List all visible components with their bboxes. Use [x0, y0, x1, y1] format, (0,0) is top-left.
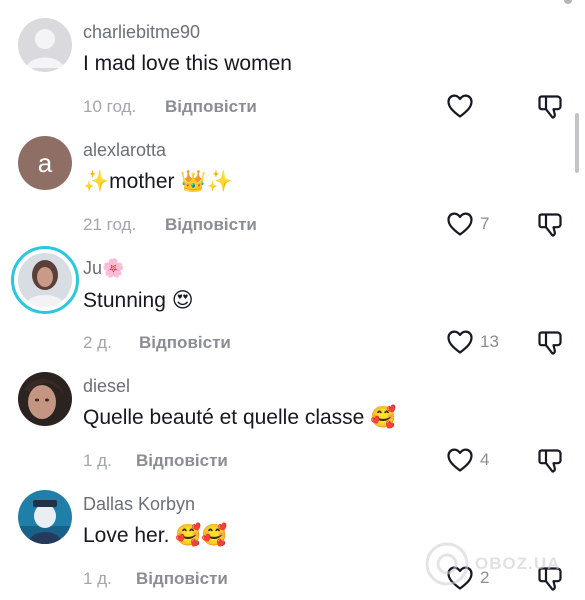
like-button[interactable]: 7 — [446, 211, 489, 237]
scrollbar[interactable] — [575, 113, 579, 173]
like-count: 4 — [480, 450, 490, 469]
comment-item: charliebitme90 I mad love this women 10 … — [0, 0, 585, 119]
comment-text: I mad love this women — [83, 52, 292, 75]
watermark-logo-icon — [425, 542, 469, 586]
like-button[interactable]: 4 — [446, 447, 489, 473]
watermark: OBOZ.UA — [425, 542, 560, 586]
comment-item: a alexlarotta ✨mother 👑✨ 21 год. Відпові… — [0, 118, 585, 237]
heart-icon — [447, 330, 473, 354]
story-avatar[interactable] — [11, 246, 79, 314]
comment-username[interactable]: Ju🌸 — [83, 258, 124, 279]
like-button[interactable] — [446, 93, 480, 119]
comment-item: diesel Quelle beauté et quelle classe 🥰 … — [0, 354, 585, 473]
like-button[interactable]: 13 — [446, 329, 499, 355]
watermark-text: OBOZ.UA — [475, 554, 561, 573]
thumbs-down-icon — [538, 95, 562, 119]
photo-avatar[interactable] — [18, 490, 72, 544]
default-avatar[interactable] — [18, 18, 72, 72]
reply-button[interactable]: Відповісти — [139, 333, 231, 353]
comment-username[interactable]: alexlarotta — [83, 140, 166, 161]
heart-icon — [447, 448, 473, 472]
reply-button[interactable]: Відповісти — [165, 215, 257, 235]
comment-username[interactable]: charliebitme90 — [83, 22, 200, 43]
comment-text: Love her. 🥰🥰 — [83, 524, 228, 547]
comment-username[interactable]: diesel — [83, 376, 130, 397]
comment-username[interactable]: Dallas Korbyn — [83, 494, 195, 515]
letter-avatar[interactable]: a — [18, 136, 72, 190]
comment-time: 1 д. — [83, 569, 112, 588]
comment-text: Stunning 😍 — [83, 289, 194, 312]
comment-time: 2 д. — [83, 333, 112, 352]
like-count: 7 — [480, 214, 490, 233]
comment-item: Ju🌸 Stunning 😍 2 д. Відповісти 13 — [0, 236, 585, 355]
comment-text: ✨mother 👑✨ — [83, 170, 233, 193]
reply-button[interactable]: Відповісти — [136, 569, 228, 589]
reply-button[interactable]: Відповісти — [136, 451, 228, 471]
thumbs-down-icon — [538, 331, 562, 355]
thumbs-down-icon — [538, 213, 562, 237]
reply-button[interactable]: Відповісти — [165, 97, 257, 117]
photo-avatar[interactable] — [18, 372, 72, 426]
avatar-letter: a — [37, 147, 53, 178]
like-count: 13 — [480, 332, 499, 351]
comment-text: Quelle beauté et quelle classe 🥰 — [83, 406, 397, 429]
comment-time: 10 год. — [83, 97, 137, 116]
comment-time: 1 д. — [83, 451, 112, 470]
heart-icon — [447, 94, 473, 118]
thumbs-down-icon — [538, 449, 562, 473]
heart-icon — [447, 212, 473, 236]
comment-time: 21 год. — [83, 215, 137, 234]
